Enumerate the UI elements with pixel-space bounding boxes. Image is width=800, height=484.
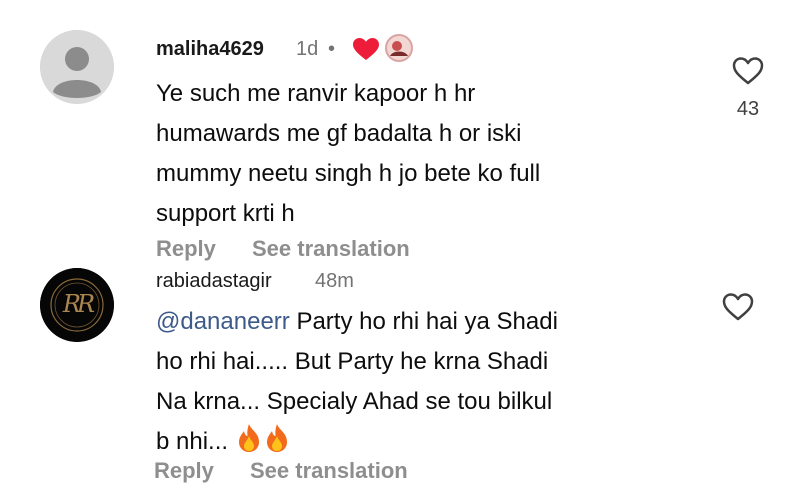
fire-emoji <box>238 424 259 452</box>
comment-line-text: Party ho rhi hai ya Shadi <box>289 308 558 335</box>
default-avatar-icon <box>40 30 114 104</box>
comment-item: RR rabiadastagir 48m @dananeerr Party ho… <box>0 262 800 483</box>
mention-link[interactable]: @dananeerr <box>156 308 290 335</box>
comment-line: humawards me gf badalta h or iski <box>156 120 522 147</box>
like-heart-icon[interactable] <box>732 56 764 86</box>
user-avatar[interactable] <box>40 30 114 104</box>
see-translation-button[interactable]: See translation <box>250 458 408 484</box>
comment-text: Ye such me ranvir kapoor h hr humawards … <box>156 74 540 234</box>
comment-line: ho rhi hai..... But Party he krna Shadi <box>156 348 549 375</box>
fire-emoji <box>266 424 287 452</box>
comment-line-text: b nhi... <box>156 428 229 455</box>
see-translation-button[interactable]: See translation <box>252 236 410 262</box>
comment-line: Ye such me ranvir kapoor h hr <box>156 80 476 107</box>
comment-text: @dananeerr Party ho rhi hai ya Shadi ho … <box>156 302 558 462</box>
comment-line: b nhi... <box>156 422 558 462</box>
user-avatar[interactable]: RR <box>40 268 114 342</box>
comment-username[interactable]: rabiadastagir <box>156 270 272 293</box>
red-heart-icon <box>353 38 379 60</box>
comment-line: support krti h <box>156 200 295 227</box>
comment-line: @dananeerr Party ho rhi hai ya Shadi <box>156 302 558 342</box>
comment-timestamp: 48m <box>315 270 354 292</box>
monogram-text: RR <box>62 290 95 318</box>
comment-item: maliha4629 1d • Ye such me ranvir kapoor… <box>0 0 800 262</box>
reply-button[interactable]: Reply <box>156 236 216 262</box>
comment-line: Na krna... Specialy Ahad se tou bilkul <box>156 388 553 415</box>
creator-avatar-icon <box>385 34 413 62</box>
reply-button[interactable]: Reply <box>154 458 214 484</box>
like-heart-icon[interactable] <box>722 292 754 322</box>
comment-line: mummy neetu singh h jo bete ko full <box>156 160 541 187</box>
meta-separator: • <box>328 38 336 60</box>
like-count: 43 <box>736 98 760 120</box>
comment-timestamp: 1d <box>296 38 319 60</box>
comment-username[interactable]: maliha4629 <box>156 38 264 61</box>
